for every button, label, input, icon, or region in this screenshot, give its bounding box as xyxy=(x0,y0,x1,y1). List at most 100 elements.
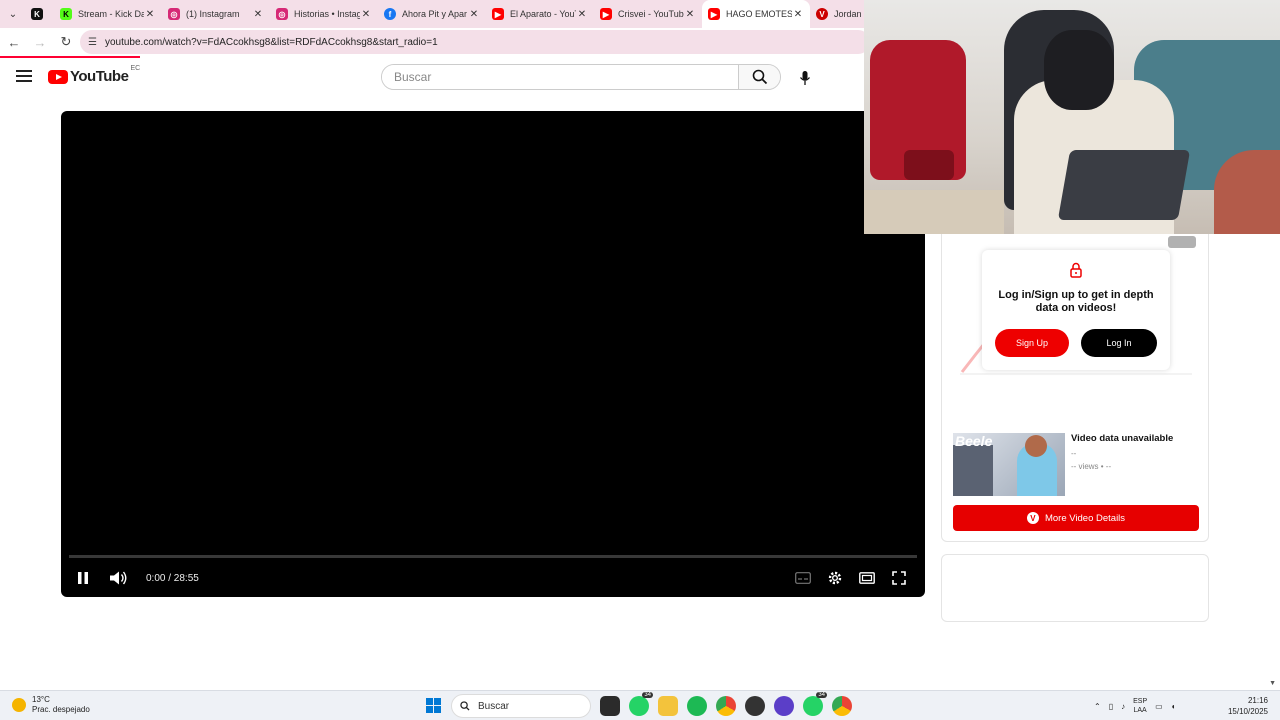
task-view-icon[interactable] xyxy=(600,696,620,716)
voice-search-button[interactable] xyxy=(791,64,819,92)
address-bar[interactable]: ☰ youtube.com/watch?v=FdACcokhsg8&list=R… xyxy=(80,30,870,54)
kick-icon: K xyxy=(31,8,43,20)
webcam-overlay xyxy=(864,0,1280,234)
tab-title: El Aparato - YouT xyxy=(510,9,576,19)
settings-button[interactable] xyxy=(819,562,851,594)
chrome-icon[interactable] xyxy=(716,696,736,716)
login-prompt-card: Log in/Sign up to get in depth data on v… xyxy=(982,250,1170,370)
whatsapp-business-icon[interactable]: 34 xyxy=(803,692,827,716)
taskbar-search-label: Buscar xyxy=(478,700,510,712)
tab-youtube-active[interactable]: ▶ HAGO EMOTES E ✕ xyxy=(702,0,810,28)
thumbnail-caption: Beele xyxy=(955,433,993,449)
video-data-sub: -- xyxy=(1071,449,1077,458)
speaker-icon[interactable]: ◖ xyxy=(1171,702,1176,711)
thumbnail-building xyxy=(953,445,993,496)
usb-icon[interactable]: ▯ xyxy=(1109,702,1113,711)
country-code: EC xyxy=(130,65,141,72)
webcam-floor xyxy=(864,190,1004,234)
close-icon[interactable]: ✕ xyxy=(252,9,264,20)
more-video-details-button[interactable]: V More Video Details xyxy=(953,505,1199,531)
close-icon[interactable]: ✕ xyxy=(792,9,804,20)
microphone-icon[interactable]: ♪ xyxy=(1121,702,1125,711)
whatsapp-icon[interactable]: 34 xyxy=(629,692,653,716)
tab-youtube-aparato[interactable]: ▶ El Aparato - YouT ✕ xyxy=(486,0,594,28)
vidiq-icon: V xyxy=(816,8,828,20)
logo-wordmark: YouTube xyxy=(70,68,129,85)
language-indicator[interactable]: ESP LAA xyxy=(1133,697,1147,715)
sign-up-button[interactable]: Sign Up xyxy=(995,329,1069,357)
windows-start-icon[interactable] xyxy=(426,698,441,713)
volume-icon xyxy=(110,571,127,585)
tab-title: HAGO EMOTES E xyxy=(726,9,792,19)
tab-title: Historias • Instag xyxy=(294,9,360,19)
microphone-icon xyxy=(799,71,811,85)
network-icon[interactable]: ▭ xyxy=(1155,702,1163,711)
taskbar-apps: 34 34 xyxy=(600,692,852,716)
video-player[interactable]: 0:00 / 28:55 xyxy=(61,111,925,597)
youtube-logo[interactable]: YouTube EC xyxy=(48,65,141,85)
chevron-up-icon[interactable]: ⌃ xyxy=(1094,702,1101,711)
webcam-table xyxy=(1214,150,1280,234)
tab-kick-stream[interactable]: K Stream - Kick Da ✕ xyxy=(54,0,162,28)
tab-instagram-stories[interactable]: ◎ Historias • Instag ✕ xyxy=(270,0,378,28)
search-input[interactable] xyxy=(382,65,738,89)
menu-icon[interactable] xyxy=(16,70,32,82)
url-text: youtube.com/watch?v=FdACcokhsg8&list=RDF… xyxy=(104,36,438,48)
more-details-label: More Video Details xyxy=(1044,512,1126,524)
app-purple-icon[interactable] xyxy=(774,696,794,716)
volume-button[interactable] xyxy=(102,562,134,594)
weather-widget[interactable]: 13°C Prac. despejado xyxy=(12,695,90,715)
video-stats-panel: Log in/Sign up to get in depth data on v… xyxy=(941,234,1209,542)
back-arrow-icon[interactable]: ← xyxy=(2,30,26,54)
close-icon[interactable]: ✕ xyxy=(144,9,156,20)
fullscreen-button[interactable] xyxy=(883,562,915,594)
youtube-icon: ▶ xyxy=(492,8,504,20)
tab-facebook[interactable]: f Ahora Pit y Apar ✕ xyxy=(378,0,486,28)
search-button[interactable] xyxy=(738,65,780,89)
close-icon[interactable]: ✕ xyxy=(360,9,372,20)
subtitles-icon xyxy=(795,572,811,584)
tab-search-chevron-icon[interactable]: ⌄ xyxy=(0,0,26,28)
taskbar-search[interactable]: Buscar xyxy=(451,694,591,718)
search-box xyxy=(381,64,781,90)
tab-pinned-kick[interactable]: K xyxy=(26,0,54,28)
close-icon[interactable]: ✕ xyxy=(576,9,588,20)
scroll-down-arrow-icon[interactable]: ▼ xyxy=(1269,680,1276,687)
whatsapp-business-badge: 34 xyxy=(816,692,827,698)
taskbar-clock[interactable]: 21:16 15/10/2025 xyxy=(1228,695,1268,717)
close-icon[interactable]: ✕ xyxy=(468,9,480,20)
site-info-icon[interactable]: ☰ xyxy=(88,37,97,48)
tab-title: Crisvei - YouTub xyxy=(618,9,684,19)
webcam-red-chair-seat xyxy=(904,150,954,180)
log-in-button[interactable]: Log In xyxy=(1081,329,1157,357)
file-explorer-icon[interactable] xyxy=(658,696,678,716)
progress-bar[interactable] xyxy=(69,555,917,558)
video-summary: Beele Video data unavailable -- -- views… xyxy=(953,433,1203,497)
facebook-icon: f xyxy=(384,8,396,20)
tab-title: Ahora Pit y Apar xyxy=(402,9,468,19)
search-icon xyxy=(460,701,470,711)
theater-mode-button[interactable] xyxy=(851,562,883,594)
weather-sun-icon xyxy=(12,698,26,712)
reload-icon[interactable]: ↻ xyxy=(54,30,78,54)
webcam-laptop xyxy=(1057,150,1191,220)
close-icon[interactable]: ✕ xyxy=(684,9,696,20)
spotify-icon[interactable] xyxy=(687,696,707,716)
empty-panel xyxy=(941,554,1209,622)
obs-icon[interactable] xyxy=(745,696,765,716)
fullscreen-icon xyxy=(892,571,906,585)
video-thumbnail[interactable]: Beele xyxy=(953,433,1065,496)
video-views: -- views • -- xyxy=(1071,462,1112,471)
pause-button[interactable] xyxy=(67,562,99,594)
subtitles-button[interactable] xyxy=(787,562,819,594)
clock-time: 21:16 xyxy=(1247,696,1268,705)
tab-youtube-crisvei[interactable]: ▶ Crisvei - YouTub ✕ xyxy=(594,0,702,28)
forward-arrow-icon[interactable]: → xyxy=(28,30,52,54)
vidiq-icon: V xyxy=(1026,512,1039,524)
tab-instagram[interactable]: ◎ (1) Instagram ✕ xyxy=(162,0,270,28)
windows-taskbar: 13°C Prac. despejado Buscar 34 34 ⌃ ▯ ♪ … xyxy=(0,690,1280,720)
page-load-progress xyxy=(0,56,140,58)
theater-mode-icon xyxy=(859,572,875,584)
youtube-play-icon xyxy=(48,69,68,84)
chrome-profile-icon[interactable] xyxy=(832,696,852,716)
